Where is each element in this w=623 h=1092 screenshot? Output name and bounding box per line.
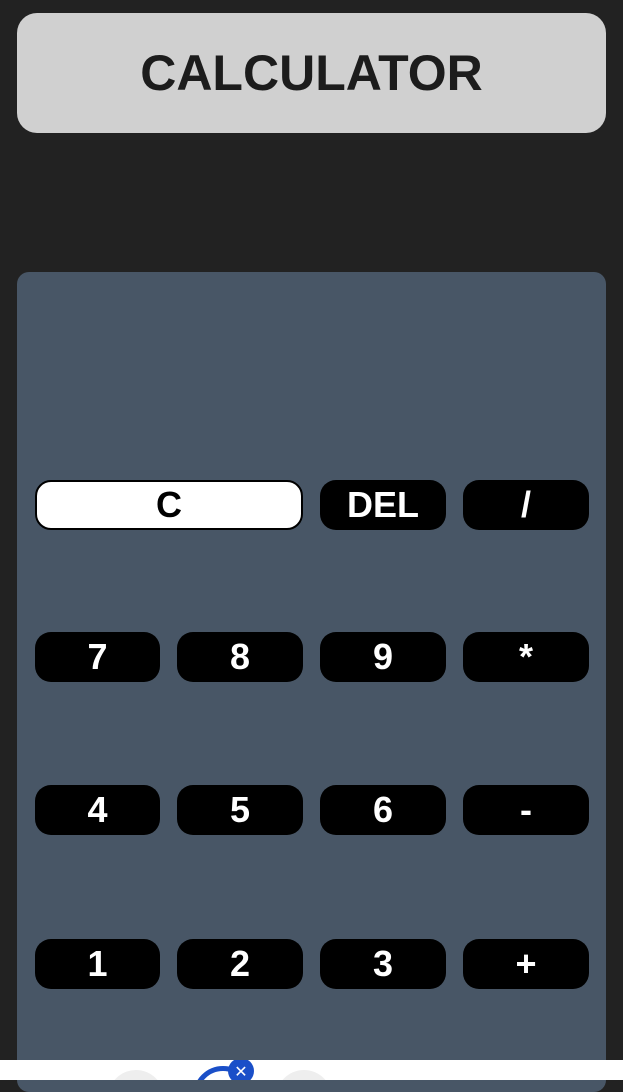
dock-app-icon[interactable] bbox=[276, 1070, 332, 1080]
add-button[interactable]: + bbox=[463, 939, 589, 989]
key-6-button[interactable]: 6 bbox=[320, 785, 446, 835]
key-1-button[interactable]: 1 bbox=[35, 939, 160, 989]
multiply-button[interactable]: * bbox=[463, 632, 589, 682]
app-title: CALCULATOR bbox=[140, 45, 483, 101]
clear-button[interactable]: C bbox=[35, 480, 303, 530]
close-icon[interactable]: ✕ bbox=[228, 1060, 254, 1080]
dock-app-icon[interactable] bbox=[108, 1070, 164, 1080]
title-bar: CALCULATOR bbox=[17, 13, 606, 133]
key-3-button[interactable]: 3 bbox=[320, 939, 446, 989]
key-8-button[interactable]: 8 bbox=[177, 632, 303, 682]
bottom-dock: ✕ bbox=[0, 1060, 623, 1080]
subtract-button[interactable]: - bbox=[463, 785, 589, 835]
key-5-button[interactable]: 5 bbox=[177, 785, 303, 835]
key-4-button[interactable]: 4 bbox=[35, 785, 160, 835]
divide-button[interactable]: / bbox=[463, 480, 589, 530]
key-9-button[interactable]: 9 bbox=[320, 632, 446, 682]
keypad-panel: C DEL / 7 8 9 * 4 5 6 - 1 2 3 + bbox=[17, 272, 606, 1092]
key-2-button[interactable]: 2 bbox=[177, 939, 303, 989]
key-7-button[interactable]: 7 bbox=[35, 632, 160, 682]
delete-button[interactable]: DEL bbox=[320, 480, 446, 530]
